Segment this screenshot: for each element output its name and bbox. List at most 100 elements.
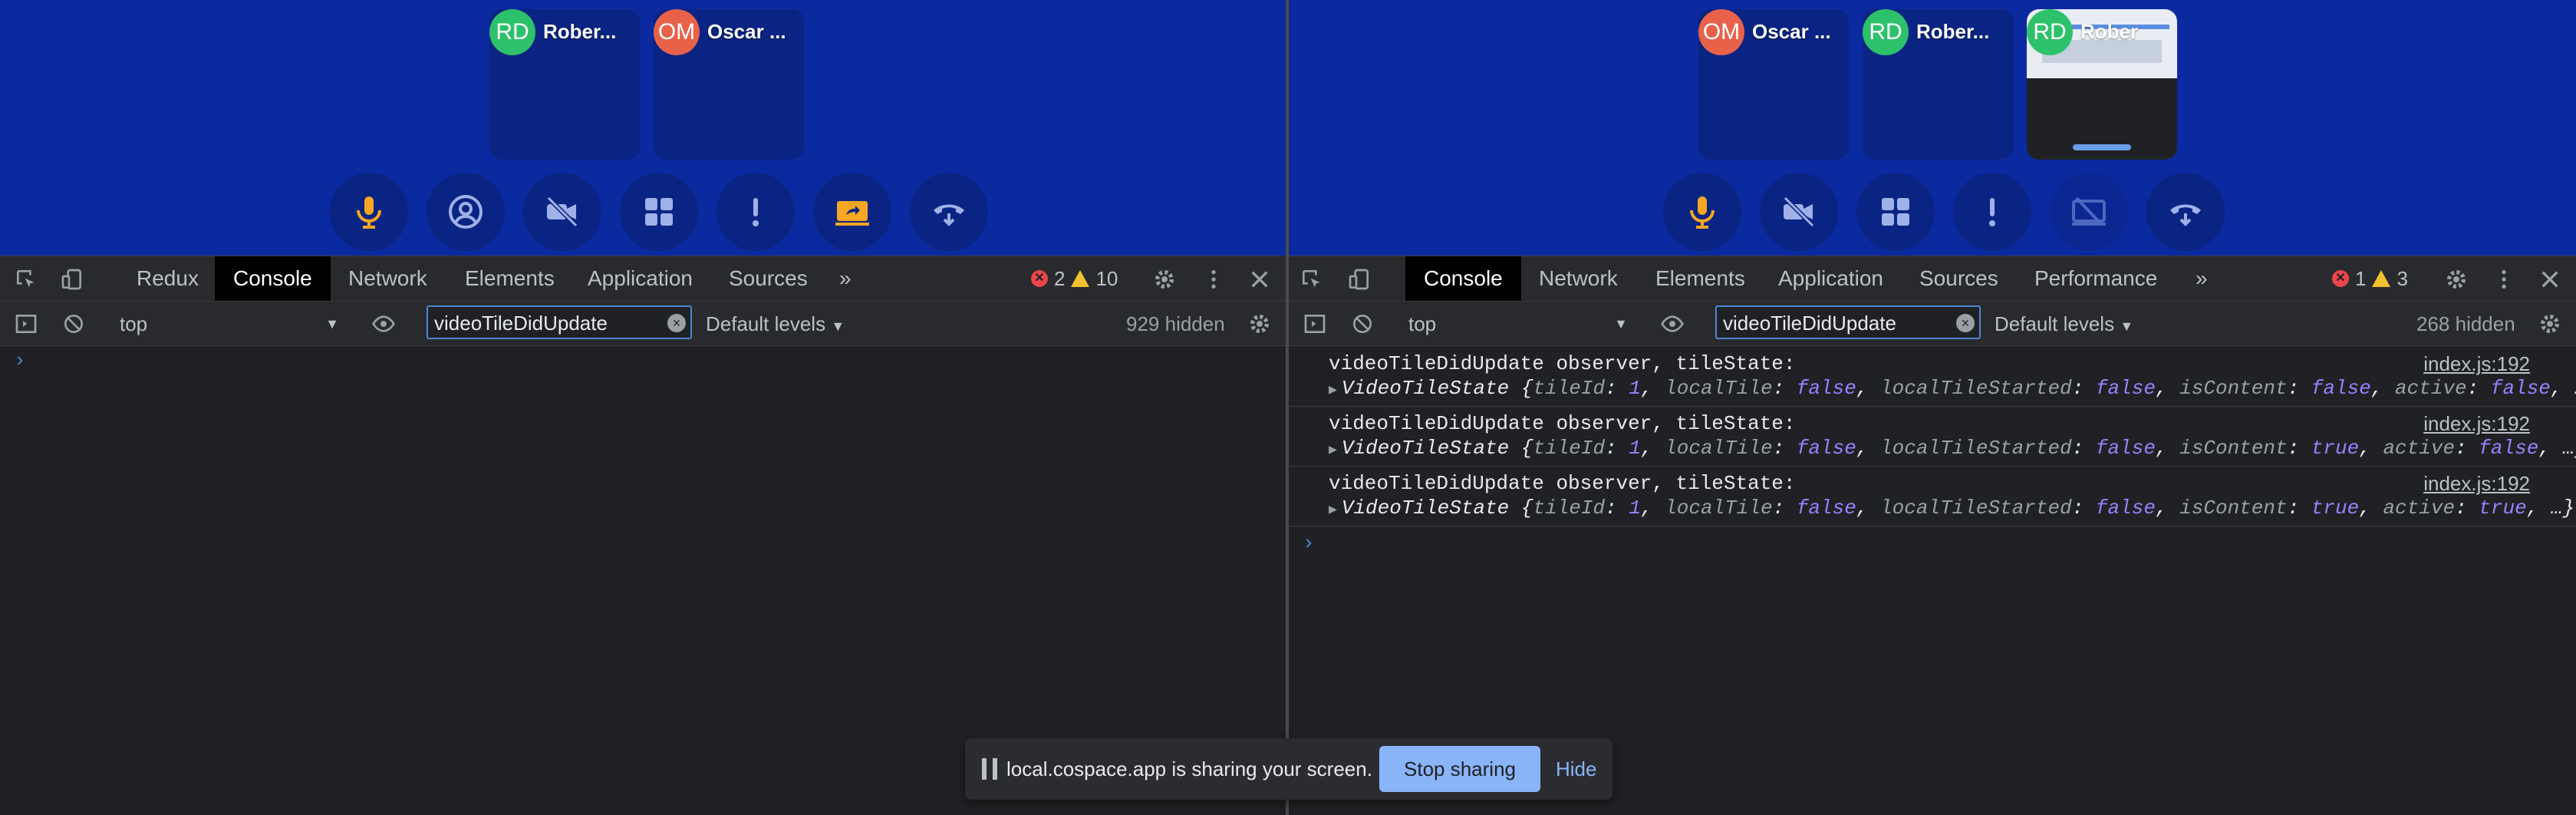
- value-isContent: true: [2311, 497, 2360, 520]
- settings-gear-icon[interactable]: [2444, 267, 2469, 292]
- grid-layout-button[interactable]: [1856, 173, 1935, 251]
- expand-triangle-icon[interactable]: ▶: [1329, 503, 1337, 518]
- clear-console-icon[interactable]: [61, 312, 86, 336]
- participant-name: Oscar ...: [1752, 20, 1831, 43]
- profile-button[interactable]: [427, 173, 505, 251]
- issue-counts[interactable]: ✕ 1 3: [2332, 256, 2408, 301]
- issue-counts[interactable]: ✕ 2 10: [1031, 256, 1118, 301]
- inspect-element-icon[interactable]: [14, 267, 38, 292]
- avatar: RD: [489, 9, 535, 55]
- participant-tile[interactable]: RD Rober...: [489, 9, 640, 160]
- log-levels-dropdown[interactable]: Default levels ▼: [1995, 309, 2133, 338]
- sidebar-toggle-icon[interactable]: [14, 312, 38, 336]
- mic-button[interactable]: [1663, 173, 1741, 251]
- devtools-tabbar: Redux Console Network Elements Applicati…: [0, 256, 1286, 302]
- grid-layout-button[interactable]: [620, 173, 698, 251]
- log-message: videoTileDidUpdate observer, tileState:: [1329, 412, 1796, 435]
- log-message: videoTileDidUpdate observer, tileState:: [1329, 472, 1796, 495]
- clear-filter-icon[interactable]: ×: [667, 314, 686, 332]
- participant-tile[interactable]: OM Oscar ...: [654, 9, 804, 160]
- settings-gear-icon[interactable]: [1152, 267, 1177, 292]
- log-levels-dropdown[interactable]: Default levels ▼: [706, 309, 845, 338]
- context-selector[interactable]: top ▼: [1408, 309, 1628, 338]
- pause-icon: [982, 758, 997, 780]
- grid-icon: [645, 198, 673, 226]
- live-expression-eye-icon[interactable]: [371, 312, 396, 336]
- tab-redux[interactable]: Redux: [118, 256, 217, 301]
- sidebar-toggle-icon[interactable]: [1303, 312, 1327, 336]
- value-localTileStarted: false: [2095, 437, 2156, 460]
- context-selector[interactable]: top ▼: [120, 309, 339, 338]
- log-source-link[interactable]: index.js:192: [2423, 412, 2530, 436]
- log-object[interactable]: ▶ VideoTileState {tileId: 1, localTile: f…: [1329, 437, 2576, 460]
- value-active: true: [2479, 497, 2527, 520]
- share-screen-button[interactable]: [2050, 173, 2128, 251]
- expand-triangle-icon[interactable]: ▶: [1329, 383, 1337, 398]
- more-options-icon[interactable]: [1201, 267, 1226, 292]
- close-icon[interactable]: [2538, 267, 2562, 292]
- tab-application[interactable]: Application: [1760, 256, 1902, 301]
- participant-name: Rober: [2080, 20, 2139, 43]
- device-toolbar-icon[interactable]: [60, 267, 84, 292]
- more-tabs-button[interactable]: »: [821, 256, 870, 301]
- tab-application[interactable]: Application: [569, 256, 711, 301]
- console-log-entry[interactable]: videoTileDidUpdate observer, tileState: …: [1289, 406, 2576, 467]
- participant-tile[interactable]: OM Oscar ...: [1698, 9, 1849, 160]
- screen-share-icon: [835, 201, 869, 226]
- console-prompt[interactable]: ›: [1303, 532, 1315, 555]
- log-object[interactable]: ▶ VideoTileState {tileId: 1, localTile: f…: [1329, 497, 2574, 520]
- clear-console-icon[interactable]: [1350, 312, 1375, 336]
- hide-button[interactable]: Hide: [1556, 738, 1596, 800]
- log-source-link[interactable]: index.js:192: [2423, 472, 2530, 496]
- share-screen-button[interactable]: [813, 173, 891, 251]
- participant-tile[interactable]: RD Rober...: [1863, 9, 2013, 160]
- filter-input[interactable]: videoTileDidUpdate ×: [427, 305, 692, 339]
- more-options-icon[interactable]: [2492, 267, 2516, 292]
- console-settings-gear-icon[interactable]: [1247, 312, 1272, 336]
- error-icon: ✕: [2332, 270, 2349, 287]
- stop-sharing-button[interactable]: Stop sharing: [1379, 746, 1540, 792]
- tab-sources[interactable]: Sources: [1901, 256, 2017, 301]
- close-icon[interactable]: [1247, 267, 1272, 292]
- grid-icon: [1882, 198, 1909, 226]
- value-tileId: 1: [1629, 497, 1641, 520]
- object-name: VideoTileState: [1341, 497, 1510, 520]
- device-toolbar-icon[interactable]: [1347, 267, 1372, 292]
- tab-network[interactable]: Network: [330, 256, 446, 301]
- screen-share-tile[interactable]: RD Rober: [2027, 9, 2177, 160]
- console-log-entry[interactable]: videoTileDidUpdate observer, tileState: …: [1289, 466, 2576, 526]
- log-levels-label: Default levels: [706, 312, 826, 335]
- console-settings-gear-icon[interactable]: [2538, 312, 2562, 336]
- tab-console[interactable]: Console: [1405, 256, 1521, 301]
- value-localTile: false: [1796, 497, 1856, 520]
- camera-button[interactable]: [1760, 173, 1838, 251]
- tab-network[interactable]: Network: [1520, 256, 1636, 301]
- object-name: VideoTileState: [1341, 377, 1510, 400]
- value-tileId: 1: [1629, 437, 1641, 460]
- console-log-entry[interactable]: videoTileDidUpdate observer, tileState: …: [1289, 346, 2576, 407]
- more-tabs-button[interactable]: »: [2177, 256, 2226, 301]
- inspect-element-icon[interactable]: [1300, 267, 1324, 292]
- tab-elements[interactable]: Elements: [446, 256, 573, 301]
- camera-button[interactable]: [523, 173, 601, 251]
- alert-button[interactable]: [1953, 173, 2031, 251]
- log-source-link[interactable]: index.js:192: [2423, 352, 2530, 376]
- leave-call-button[interactable]: [910, 173, 988, 251]
- log-message: videoTileDidUpdate observer, tileState:: [1329, 352, 1796, 375]
- console-prompt[interactable]: ›: [14, 349, 26, 372]
- live-expression-eye-icon[interactable]: [1660, 312, 1685, 336]
- mic-button[interactable]: [330, 173, 408, 251]
- tab-console[interactable]: Console: [215, 256, 331, 301]
- tab-elements[interactable]: Elements: [1637, 256, 1764, 301]
- filter-input[interactable]: videoTileDidUpdate ×: [1715, 305, 1981, 339]
- clear-filter-icon[interactable]: ×: [1956, 314, 1975, 332]
- tab-performance[interactable]: Performance: [2016, 256, 2176, 301]
- alert-button[interactable]: [716, 173, 795, 251]
- leave-call-button[interactable]: [2146, 173, 2225, 251]
- value-active: false: [2479, 437, 2539, 460]
- tab-sources[interactable]: Sources: [710, 256, 826, 301]
- expand-triangle-icon[interactable]: ▶: [1329, 443, 1337, 458]
- avatar: OM: [654, 9, 700, 55]
- avatar: OM: [1698, 9, 1744, 55]
- log-object[interactable]: ▶ VideoTileState {tileId: 1, localTile: f…: [1329, 377, 2576, 400]
